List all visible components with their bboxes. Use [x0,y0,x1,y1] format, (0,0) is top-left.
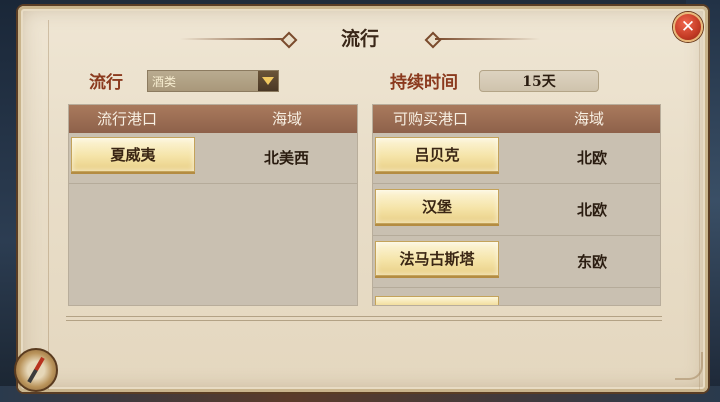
compass-needle [27,356,45,384]
column-header-port: 流行港口 [97,110,158,128]
column-header-region: 海域 [574,110,605,128]
port-button[interactable]: 夏威夷 [71,137,195,172]
port-button[interactable]: 汉堡 [375,189,499,224]
category-dropdown[interactable]: 酒类 [147,70,279,92]
title-ornament-right [435,38,540,40]
close-icon: ✕ [680,17,696,37]
duration-label: 持续时间 [390,73,458,93]
chevron-down-icon[interactable] [258,71,278,91]
table-row: 汉堡 北欧 [373,185,660,236]
port-button[interactable]: 法马古斯塔 [375,241,499,276]
table-row: 夏威夷 北美西 [69,133,357,184]
column-header-port: 可购买港口 [393,110,469,128]
compass-icon [14,348,58,392]
port-button-partial[interactable] [375,296,499,305]
table-row: 法马古斯塔 东欧 [373,237,660,288]
table-row: 吕贝克 北欧 [373,133,660,184]
divider [66,316,662,321]
corner-ornament [675,352,703,380]
duration-value: 15天 [479,70,599,92]
column-header-region: 海域 [272,110,303,128]
port-button[interactable]: 吕贝克 [375,137,499,172]
region-cell: 北美西 [264,149,310,167]
region-cell: 北欧 [577,149,608,167]
table-header: 流行港口 海域 [69,105,357,133]
category-selected: 酒类 [152,75,177,89]
region-cell: 北欧 [577,201,608,219]
table-header: 可购买港口 海域 [373,105,660,133]
filter-label: 流行 [89,73,123,93]
popular-ports-table: 流行港口 海域 夏威夷 北美西 [68,104,358,306]
close-button[interactable]: ✕ [673,12,703,42]
purchase-ports-table: 可购买港口 海域 吕贝克 北欧 汉堡 北欧 法马古斯塔 东欧 [372,104,661,306]
title-bar: 流行 [180,24,540,54]
region-cell: 东欧 [577,253,608,271]
